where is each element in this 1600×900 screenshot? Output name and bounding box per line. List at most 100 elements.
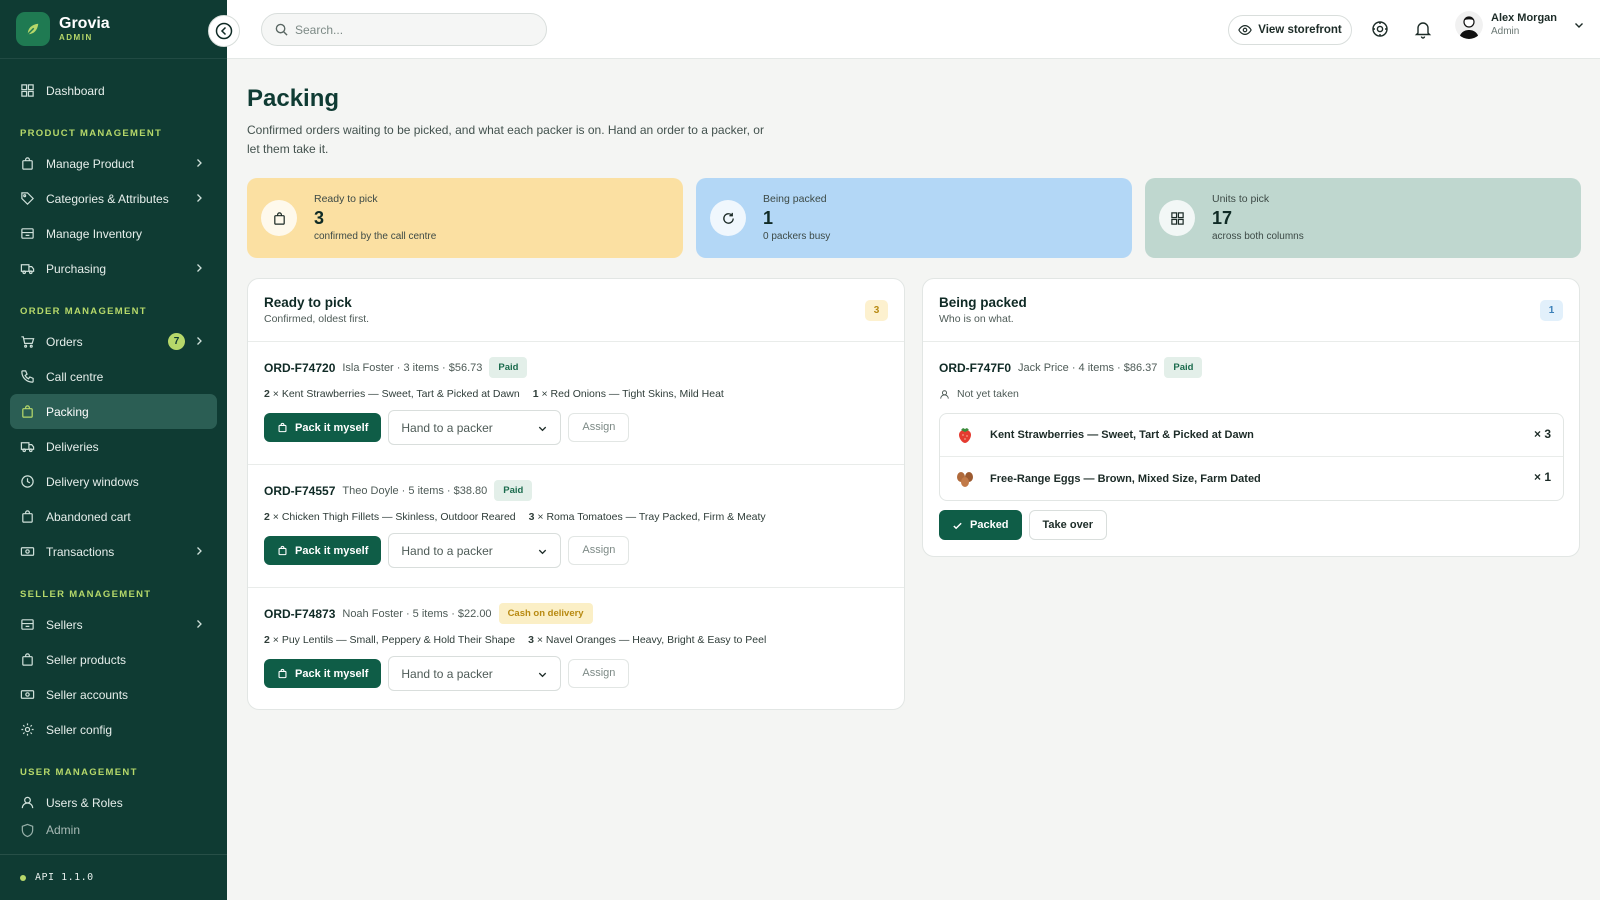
bag-icon [278,545,287,556]
page-description: Confirmed orders waiting to be picked, a… [247,123,764,156]
gear-icon [1372,21,1388,37]
sidebar-item-seller-products[interactable]: Seller products [10,642,217,677]
payment-badge: Paid [494,480,533,501]
view-storefront-button[interactable]: View storefront [1228,15,1352,45]
sidebar-item-orders[interactable]: Orders 7 [10,324,217,359]
pack-it-myself-button[interactable]: Pack it myself [264,536,382,565]
bag-icon [278,668,287,679]
bag-icon [278,422,287,433]
cart-icon [21,336,35,348]
order-item: 3 × Navel Oranges — Heavy, Bright & Easy… [528,634,767,646]
being-packed-panel: Being packed Who is on what. 1 ORD-F747F… [922,278,1580,557]
cash-icon [20,547,35,556]
inventory-icon [21,228,34,239]
order-meta: Noah Foster · 5 items · $22.00 [342,607,492,620]
search-input[interactable] [295,22,535,37]
product-name: Free-Range Eggs — Brown, Mixed Size, Far… [990,472,1261,485]
topbar: View storefront Alex Morgan Admin [227,0,1600,59]
sidebar-item-label: Packing [46,404,89,419]
sidebar-item-categories[interactable]: Categories & Attributes [10,181,217,216]
sidebar-item-label: Deliveries [46,439,99,454]
inventory-icon [21,619,34,630]
order-item: 2 × Puy Lentils — Small, Peppery & Hold … [264,634,516,646]
order-id[interactable]: ORD-F74720 [264,361,335,375]
notifications-button[interactable] [1413,19,1433,39]
pack-it-myself-button[interactable]: Pack it myself [264,659,382,688]
sidebar-item-deliveries[interactable]: Deliveries [10,429,217,464]
pack-it-myself-button[interactable]: Pack it myself [264,413,382,442]
user-role: Admin [1491,26,1520,37]
chevron-down-icon [1575,23,1584,28]
sidebar-item-admin[interactable]: Admin [10,820,217,840]
assign-button[interactable]: Assign [568,659,630,688]
packer-select-placeholder: Hand to a packer [401,420,493,435]
order-meta: Theo Doyle · 5 items · $38.80 [342,484,488,497]
stat-label: Units to pick [1212,193,1270,205]
stat-sub: across both columns [1212,231,1304,242]
sidebar-item-abandoned-cart[interactable]: Abandoned cart [10,499,217,534]
sidebar-item-label: Categories & Attributes [46,191,169,206]
api-version-label: API 1.1.0 [35,872,94,883]
sidebar-item-seller-accounts[interactable]: Seller accounts [10,677,217,712]
sidebar-item-users-roles[interactable]: Users & Roles [10,785,217,820]
sidebar-nav: Dashboard PRODUCT MANAGEMENT Manage Prod… [0,59,227,840]
list-item: Kent Strawberries — Sweet, Tart & Picked… [940,414,1563,457]
avatar [1455,11,1483,39]
item-name: Red Onions — Tight Skins, Mild Heat [550,388,724,400]
sidebar-item-seller-config[interactable]: Seller config [10,712,217,747]
sidebar-item-call-centre[interactable]: Call centre [10,359,217,394]
order-row: ORD-F74720 Isla Foster · 3 items · $56.7… [248,342,904,465]
sidebar-item-packing[interactable]: Packing [10,394,217,429]
stat-being-packed: Being packed 1 0 packers busy [696,178,1132,258]
sidebar-item-sellers[interactable]: Sellers [10,607,217,642]
assign-button[interactable]: Assign [568,413,630,442]
sidebar: Grovia ADMIN Dashboard PRODUCT MANAGEMEN… [0,0,227,900]
stat-label: Being packed [763,193,827,205]
api-version: API 1.1.0 [0,854,227,900]
search-box[interactable] [261,13,547,46]
sidebar-item-manage-product[interactable]: Manage Product [10,146,217,181]
panel-subtitle: Confirmed, oldest first. [264,313,370,325]
item-qty: 3 [528,511,535,523]
stat-value: 17 [1212,208,1233,228]
packer-select[interactable]: Hand to a packer [388,410,562,445]
chevron-right-icon [197,264,202,272]
item-name: Roma Tomatoes — Tray Packed, Firm & Meat… [546,511,766,523]
sidebar-item-manage-inventory[interactable]: Manage Inventory [10,216,217,251]
panel-title: Being packed [939,295,1027,310]
packer-select[interactable]: Hand to a packer [388,656,562,691]
brand[interactable]: Grovia ADMIN [0,0,227,59]
order-id[interactable]: ORD-F74873 [264,607,335,621]
packer-select[interactable]: Hand to a packer [388,533,562,568]
order-items: 2 × Kent Strawberries — Sweet, Tart & Pi… [264,385,904,403]
orders-count-badge: 7 [168,333,185,350]
bag-icon [22,405,33,418]
button-label: Packed [970,519,1009,531]
main-content: Packing Confirmed orders waiting to be p… [227,59,1600,900]
collapse-sidebar-button[interactable] [208,15,240,47]
chevron-right-icon [197,620,202,628]
bag-icon [22,653,33,666]
sidebar-item-label: Purchasing [46,261,107,276]
assign-button[interactable]: Assign [568,536,630,565]
take-over-button[interactable]: Take over [1028,510,1108,540]
sidebar-item-delivery-windows[interactable]: Delivery windows [10,464,217,499]
sidebar-item-purchasing[interactable]: Purchasing [10,251,217,286]
order-id[interactable]: ORD-F74557 [264,484,335,498]
panel-title: Ready to pick [264,295,352,310]
ready-count-badge: 3 [865,300,888,321]
sidebar-item-transactions[interactable]: Transactions [10,534,217,569]
sidebar-item-dashboard[interactable]: Dashboard [10,73,217,108]
chevron-right-icon [197,337,202,345]
sidebar-item-label: Manage Inventory [46,226,143,241]
button-label: Pack it myself [295,421,369,434]
packed-button[interactable]: Packed [939,510,1022,540]
settings-button[interactable] [1370,19,1390,39]
button-label: Pack it myself [295,667,369,680]
stat-sub: confirmed by the call centre [314,231,437,242]
tag-icon [21,192,34,205]
stat-units-to-pick: Units to pick 17 across both columns [1145,178,1581,258]
user-menu[interactable]: Alex Morgan Admin [1455,11,1585,39]
product-qty: × 1 [1533,470,1551,484]
order-id[interactable]: ORD-F747F0 [939,361,1011,375]
